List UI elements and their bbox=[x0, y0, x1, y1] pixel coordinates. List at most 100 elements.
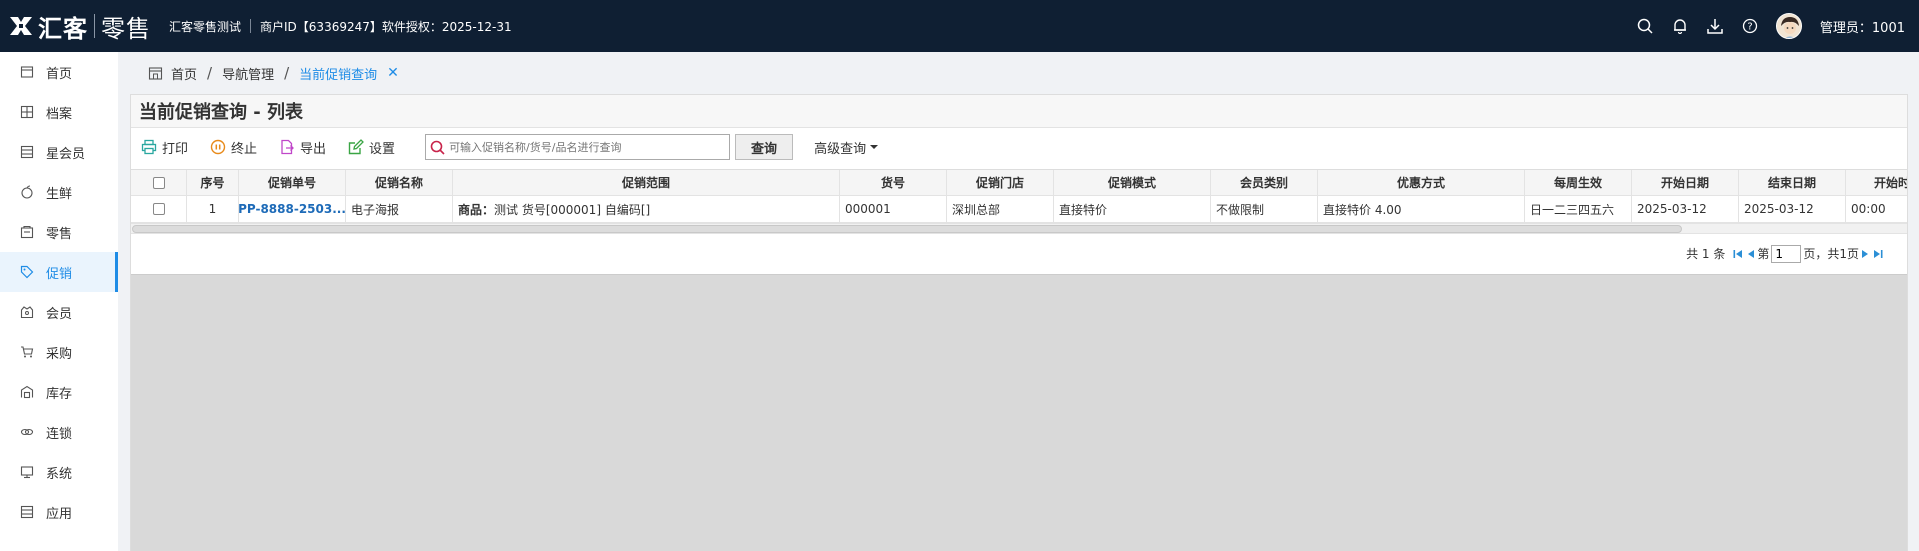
search-icon[interactable] bbox=[1636, 17, 1654, 35]
next-page-icon[interactable] bbox=[1861, 249, 1869, 259]
breadcrumb-home[interactable]: 首页 bbox=[171, 64, 197, 83]
sidebar-item-inventory[interactable]: 库存 bbox=[0, 372, 118, 412]
select-all-cell bbox=[131, 170, 187, 195]
cell-mode: 直接特价 bbox=[1054, 196, 1211, 222]
select-all-checkbox[interactable] bbox=[152, 176, 165, 189]
avatar[interactable] bbox=[1775, 13, 1802, 39]
print-label: 打印 bbox=[162, 141, 189, 157]
empty-content-area bbox=[131, 274, 1907, 551]
fresh-icon bbox=[20, 185, 34, 199]
sidebar-item-purchase[interactable]: 采购 bbox=[0, 332, 118, 372]
page-suffix: 页，共1页 bbox=[1803, 247, 1859, 261]
sidebar-item-home[interactable]: 首页 bbox=[0, 52, 118, 92]
sidebar-item-promotion[interactable]: 促销 bbox=[0, 252, 118, 292]
settings-label: 设置 bbox=[369, 141, 396, 157]
page-title: 当前促销查询 - 列表 bbox=[131, 95, 1907, 128]
column-header[interactable]: 序号 bbox=[187, 170, 239, 195]
sidebar-item-retail[interactable]: 零售 bbox=[0, 212, 118, 252]
search-input[interactable] bbox=[449, 140, 730, 154]
header-divider bbox=[250, 19, 252, 33]
search-icon bbox=[430, 140, 445, 155]
query-button[interactable]: 查询 bbox=[735, 134, 794, 160]
download-icon[interactable] bbox=[1706, 17, 1724, 35]
home-icon bbox=[20, 65, 34, 79]
breadcrumb-nav-management[interactable]: 导航管理 bbox=[222, 64, 274, 83]
sidebar-item-archive[interactable]: 档案 bbox=[0, 92, 118, 132]
column-header[interactable]: 优惠方式 bbox=[1318, 170, 1525, 195]
toolbar: 打印 终止 导出 设置 查询 高级查询 bbox=[131, 128, 1907, 166]
caret-down-icon bbox=[870, 145, 879, 149]
settings-button[interactable]: 设置 bbox=[348, 138, 395, 157]
sidebar-item-label: 星会员 bbox=[46, 146, 86, 162]
sidebar-item-chain[interactable]: 连锁 bbox=[0, 412, 118, 452]
app-icon bbox=[20, 505, 34, 519]
admin-label[interactable]: 管理员：1001 bbox=[1820, 17, 1905, 36]
main-panel: 当前促销查询 - 列表 打印 终止 导出 设置 查询 高级查询 bbox=[130, 94, 1908, 551]
help-icon[interactable]: ? bbox=[1741, 17, 1759, 35]
stop-button[interactable]: 终止 bbox=[210, 138, 257, 157]
column-header[interactable]: 会员类别 bbox=[1211, 170, 1318, 195]
column-header[interactable]: 每周生效 bbox=[1525, 170, 1632, 195]
export-label: 导出 bbox=[300, 141, 327, 157]
store-icon bbox=[148, 66, 163, 81]
first-page-icon[interactable] bbox=[1733, 249, 1743, 259]
cell-sku: 000001 bbox=[840, 196, 947, 222]
sidebar-item-member[interactable]: 会员 bbox=[0, 292, 118, 332]
row-checkbox[interactable] bbox=[152, 203, 165, 215]
column-header[interactable]: 促销名称 bbox=[346, 170, 453, 195]
logo-text-brand: 汇客 bbox=[38, 14, 88, 43]
sidebar-item-label: 生鲜 bbox=[46, 186, 73, 202]
horizontal-scrollbar[interactable] bbox=[131, 223, 1907, 233]
cell-order-no-link[interactable]: PP-8888-2503... bbox=[239, 196, 346, 222]
column-header[interactable]: 促销模式 bbox=[1054, 170, 1211, 195]
header-actions: ? 管理员：1001 bbox=[1636, 0, 1919, 52]
pause-circle-icon bbox=[210, 139, 226, 155]
scope-value: 测试 货号[000001] 自编码[] bbox=[494, 202, 651, 217]
scrollbar-thumb[interactable] bbox=[132, 225, 1682, 233]
bell-icon[interactable] bbox=[1671, 17, 1689, 35]
sidebar: 首页 档案 星会员 生鲜 零售 促销 会员 采购 库存 连锁 系统 应用 bbox=[0, 52, 118, 551]
top-bar: 汇客 零售 汇客零售测试 商户ID【63369247】软件授权：2025-12-… bbox=[0, 0, 1919, 52]
print-button[interactable]: 打印 bbox=[141, 138, 188, 157]
sidebar-item-fresh[interactable]: 生鲜 bbox=[0, 172, 118, 212]
warehouse-icon bbox=[20, 385, 34, 399]
sidebar-item-system[interactable]: 系统 bbox=[0, 452, 118, 492]
prev-page-icon[interactable] bbox=[1747, 249, 1755, 259]
svg-text:?: ? bbox=[1747, 22, 1752, 33]
column-header[interactable]: 促销范围 bbox=[453, 170, 840, 195]
cell-name: 电子海报 bbox=[346, 196, 453, 222]
sidebar-item-label: 库存 bbox=[46, 386, 73, 402]
member-icon bbox=[20, 305, 34, 319]
sidebar-item-label: 首页 bbox=[46, 66, 73, 82]
search-box[interactable] bbox=[425, 134, 731, 160]
stop-label: 终止 bbox=[231, 141, 258, 157]
sidebar-item-star-member[interactable]: 星会员 bbox=[0, 132, 118, 172]
column-header[interactable]: 促销单号 bbox=[239, 170, 346, 195]
advanced-query-dropdown[interactable]: 高级查询 bbox=[814, 138, 879, 157]
cell-store: 深圳总部 bbox=[947, 196, 1054, 222]
scope-label: 商品： bbox=[458, 202, 495, 217]
column-header[interactable]: 开始时 bbox=[1846, 170, 1907, 195]
cell-discount: 直接特价 4.00 bbox=[1318, 196, 1525, 222]
column-header[interactable]: 开始日期 bbox=[1632, 170, 1739, 195]
column-header[interactable]: 促销门店 bbox=[947, 170, 1054, 195]
table-row[interactable]: 1 PP-8888-2503... 电子海报 商品： 测试 货号[000001]… bbox=[131, 196, 1907, 223]
export-button[interactable]: 导出 bbox=[279, 138, 326, 157]
data-table: 序号 促销单号 促销名称 促销范围 货号 促销门店 促销模式 会员类别 优惠方式… bbox=[131, 169, 1907, 224]
print-icon bbox=[141, 139, 157, 155]
archive-icon bbox=[20, 105, 34, 119]
breadcrumb: 首页 / 导航管理 / 当前促销查询 ✕ bbox=[148, 62, 399, 84]
cart-icon bbox=[20, 345, 34, 359]
cell-index: 1 bbox=[187, 196, 239, 222]
column-header[interactable]: 货号 bbox=[840, 170, 947, 195]
page-prefix: 第 bbox=[1757, 247, 1770, 261]
breadcrumb-current[interactable]: 当前促销查询 bbox=[299, 64, 377, 83]
logo-divider bbox=[94, 14, 95, 38]
cell-scope: 商品： 测试 货号[000001] 自编码[] bbox=[453, 196, 840, 222]
sidebar-item-app[interactable]: 应用 bbox=[0, 492, 118, 532]
last-page-icon[interactable] bbox=[1873, 249, 1883, 259]
column-header[interactable]: 结束日期 bbox=[1739, 170, 1846, 195]
merchant-info: 商户ID【63369247】软件授权：2025-12-31 bbox=[260, 19, 512, 34]
page-number-input[interactable] bbox=[1771, 244, 1802, 263]
close-tab-icon[interactable]: ✕ bbox=[387, 65, 399, 81]
